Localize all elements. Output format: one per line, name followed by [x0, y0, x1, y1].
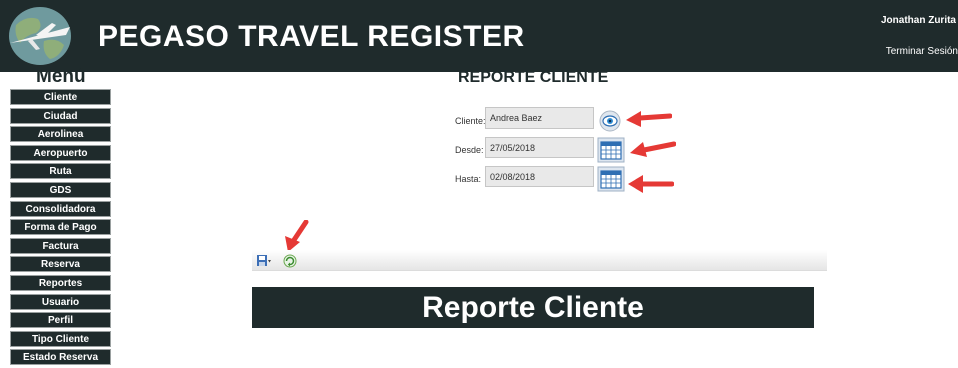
logout-link[interactable]: Terminar Sesión [886, 46, 958, 57]
cliente-field[interactable] [485, 107, 594, 129]
hasta-label: Hasta: [455, 174, 482, 184]
menu-item-tipo-cliente[interactable]: Tipo Cliente [10, 330, 111, 347]
menu-item-forma-de-pago[interactable]: Forma de Pago [10, 219, 111, 236]
calendar-icon[interactable] [597, 137, 625, 163]
menu-item-reportes[interactable]: Reportes [10, 274, 111, 291]
desde-label: Desde: [455, 145, 484, 155]
annotation-arrow-icon [628, 175, 674, 193]
annotation-arrow-icon [630, 141, 676, 157]
save-icon[interactable] [256, 254, 272, 268]
menu-title: Menú [36, 66, 86, 87]
page-title: REPORTE CLIENTE [458, 69, 609, 86]
menu-item-aerolinea[interactable]: Aerolinea [10, 126, 111, 143]
globe-airplane-icon [9, 7, 71, 65]
calendar-icon[interactable] [597, 166, 625, 192]
menu-item-usuario[interactable]: Usuario [10, 293, 111, 310]
report-title-banner: Reporte Cliente [252, 287, 814, 328]
refresh-icon[interactable] [282, 254, 298, 268]
menu-item-gds[interactable]: GDS [10, 181, 111, 198]
cliente-label: Cliente: [455, 116, 486, 126]
menu-item-aeropuerto[interactable]: Aeropuerto [10, 144, 111, 161]
desde-date-field[interactable] [485, 137, 594, 158]
menu-item-perfil[interactable]: Perfil [10, 312, 111, 329]
report-toolbar [252, 250, 827, 271]
menu-item-cliente[interactable]: Cliente [10, 89, 111, 105]
annotation-arrow-icon [626, 111, 672, 127]
annotation-arrow-icon [285, 220, 309, 252]
menu-item-factura[interactable]: Factura [10, 237, 111, 254]
menu-item-consolidadora[interactable]: Consolidadora [10, 200, 111, 217]
app-title: PEGASO TRAVEL REGISTER [98, 20, 525, 53]
sidebar-menu: Cliente Ciudad Aerolinea Aeropuerto Ruta… [10, 89, 111, 368]
menu-item-reserva[interactable]: Reserva [10, 256, 111, 273]
app-header: PEGASO TRAVEL REGISTER Jonathan Zurita T… [0, 0, 958, 72]
hasta-date-field[interactable] [485, 166, 594, 187]
menu-item-ruta[interactable]: Ruta [10, 163, 111, 180]
eye-icon[interactable] [599, 110, 621, 132]
menu-item-ciudad[interactable]: Ciudad [10, 107, 111, 124]
user-name: Jonathan Zurita [880, 15, 956, 26]
